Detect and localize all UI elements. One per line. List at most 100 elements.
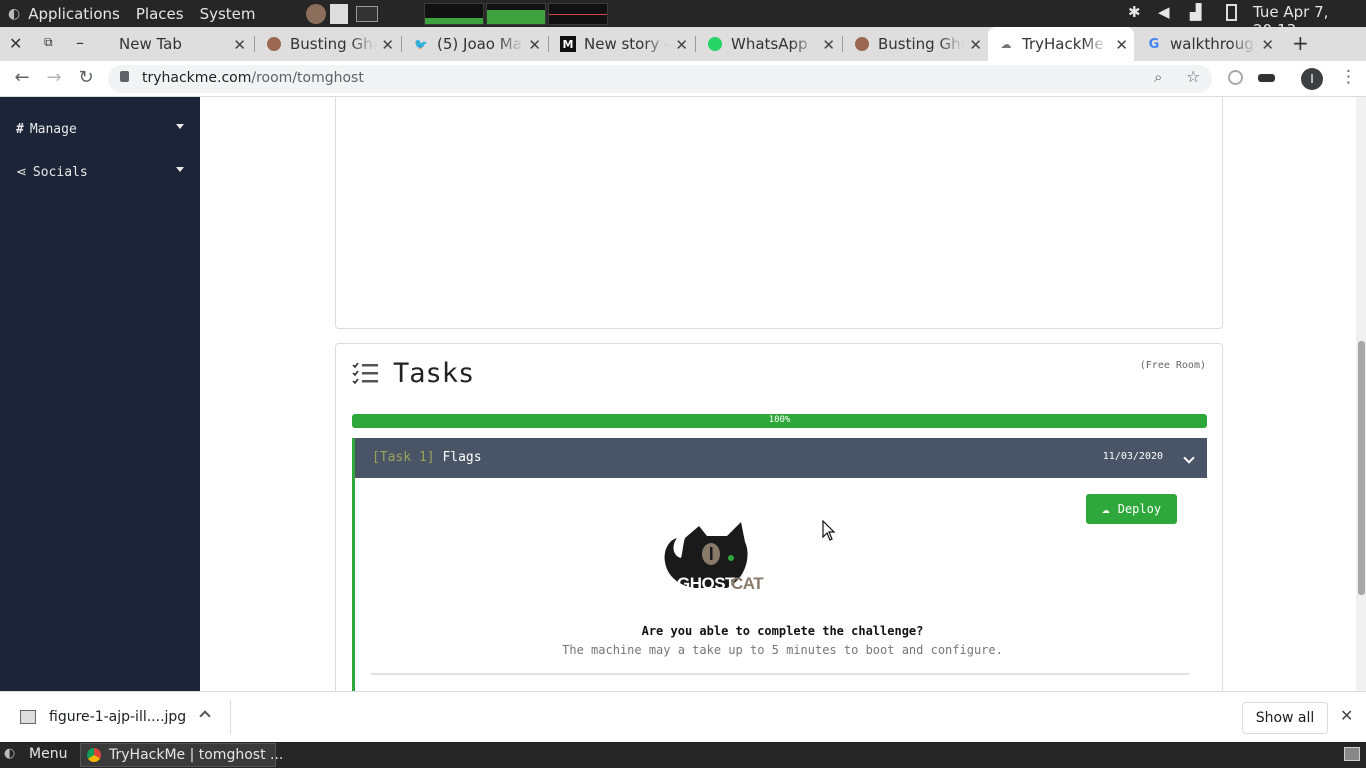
lock-icon[interactable] xyxy=(120,71,129,82)
url-domain: tryhackme.com xyxy=(142,70,252,86)
chevron-up-icon[interactable] xyxy=(199,710,211,722)
terminal-launcher-icon[interactable] xyxy=(355,5,378,22)
medium-icon: M xyxy=(560,36,576,52)
address-bar: ← → ↻ tryhackme.com/room/tomghost ⌕ ☆ I … xyxy=(0,61,1366,97)
tab-twitter[interactable]: 🐦 (5) Joao Mat ✕ xyxy=(403,27,547,61)
tab-title: Busting Gho xyxy=(878,35,964,53)
sidebar-item-socials[interactable]: ⋖ Socials xyxy=(16,160,188,184)
network-graph xyxy=(547,2,608,25)
close-tab-icon[interactable]: ✕ xyxy=(528,36,541,54)
chevron-down-icon[interactable] xyxy=(1183,452,1195,464)
forward-arrow-icon[interactable]: → xyxy=(42,67,66,88)
tab-title: WhatsApp xyxy=(731,35,808,53)
bookmark-star-icon[interactable]: ☆ xyxy=(1186,67,1200,86)
sidebar-item-manage[interactable]: # Manage xyxy=(16,117,188,141)
sidebar-item-label: Socials xyxy=(32,164,88,180)
task-title: [Task 1] Flags xyxy=(372,450,482,465)
tab-title: (5) Joao Mat xyxy=(437,35,523,53)
bottom-taskbar: ◐ Menu TryHackMe | tomghost ... xyxy=(0,742,1366,768)
chrome-icon xyxy=(87,748,101,762)
tab-whatsapp[interactable]: WhatsApp ✕ xyxy=(697,27,841,61)
burp-icon xyxy=(266,36,282,52)
volume-icon[interactable]: ◀ xyxy=(1158,3,1170,21)
scrollbar-thumb[interactable] xyxy=(1358,341,1365,595)
twitter-icon: 🐦 xyxy=(414,37,428,51)
deploy-label: Deploy xyxy=(1117,502,1162,516)
tab-busting-ghost-1[interactable]: Busting Gho ✕ xyxy=(256,27,400,61)
taskbar-window-title: TryHackMe | tomghost ... xyxy=(109,747,284,763)
network-signal-icon[interactable]: ▟ xyxy=(1190,3,1202,21)
close-shelf-icon[interactable]: ✕ xyxy=(1340,706,1353,725)
hash-icon: # xyxy=(16,121,24,137)
room-info-card xyxy=(335,97,1223,329)
reload-icon[interactable]: ↻ xyxy=(74,67,98,88)
back-arrow-icon[interactable]: ← xyxy=(10,67,34,88)
close-tab-icon[interactable]: ✕ xyxy=(969,36,982,54)
close-tab-icon[interactable]: ✕ xyxy=(233,36,246,54)
share-icon: ⋖ xyxy=(16,164,27,180)
url-path: /room/tomghost xyxy=(251,70,364,86)
close-tab-icon[interactable]: ✕ xyxy=(381,36,394,54)
tab-new-tab[interactable]: New Tab ✕ xyxy=(104,27,252,61)
tab-busting-ghost-2[interactable]: Busting Gho ✕ xyxy=(844,27,988,61)
tab-title: Busting Gho xyxy=(290,35,376,53)
mouse-cursor-icon xyxy=(822,519,836,545)
close-tab-icon[interactable]: ✕ xyxy=(1115,36,1128,54)
bluetooth-icon[interactable]: ✱ xyxy=(1128,3,1141,21)
tasks-card: Tasks (Free Room) 100% [Task 1] Flags 11… xyxy=(335,343,1223,691)
close-window-icon[interactable]: ✕ xyxy=(9,34,22,53)
caret-down-icon xyxy=(176,167,184,172)
omnibox[interactable]: tryhackme.com/room/tomghost ⌕ ☆ xyxy=(108,65,1212,93)
progress-bar: 100% xyxy=(352,414,1207,428)
tab-google-walkthrough[interactable]: G walkthrough ✕ xyxy=(1136,27,1280,61)
sidebar-item-label: Manage xyxy=(29,121,77,137)
close-tab-icon[interactable]: ✕ xyxy=(1261,36,1274,54)
logo-text-ghost: GHOST xyxy=(677,574,735,593)
tab-medium[interactable]: M New story – ✕ xyxy=(550,27,694,61)
show-desktop-icon[interactable] xyxy=(1344,747,1360,761)
new-tab-plus-icon[interactable]: + xyxy=(1292,31,1309,55)
task-header[interactable]: [Task 1] Flags 11/03/2020 xyxy=(352,438,1207,478)
tab-title: walkthrough xyxy=(1170,35,1256,53)
extension-icon[interactable] xyxy=(1228,70,1243,85)
start-menu-button[interactable]: Menu xyxy=(29,746,67,762)
browser-launcher-icon[interactable] xyxy=(305,3,326,24)
download-filename[interactable]: figure-1-ajp-ill....jpg xyxy=(49,709,186,725)
sidebar: # Manage ⋖ Socials xyxy=(0,97,200,691)
show-all-button[interactable]: Show all xyxy=(1242,702,1328,734)
minimize-window-icon[interactable]: – xyxy=(76,33,84,52)
shelf-divider xyxy=(230,700,231,734)
tab-separator xyxy=(548,36,549,52)
browser-menu-icon[interactable]: ⋮ xyxy=(1340,67,1357,87)
image-file-icon xyxy=(20,710,36,724)
distro-logo-icon[interactable]: ◐ xyxy=(8,6,20,22)
close-tab-icon[interactable]: ✕ xyxy=(675,36,688,54)
task-body: ☁ Deploy GHOST CAT Are you able to compl… xyxy=(352,478,1207,691)
menu-logo-icon[interactable]: ◐ xyxy=(4,746,15,761)
close-tab-icon[interactable]: ✕ xyxy=(822,36,835,54)
profile-avatar[interactable]: I xyxy=(1301,68,1323,90)
tab-title: New story – xyxy=(584,35,670,53)
restore-window-icon[interactable]: ⧉ xyxy=(44,35,53,50)
task-list-icon xyxy=(352,362,378,385)
zoom-icon[interactable]: ⌕ xyxy=(1154,68,1162,86)
ghostcat-logo: GHOST CAT xyxy=(655,516,767,602)
system-menu[interactable]: System xyxy=(200,5,256,23)
whatsapp-icon xyxy=(707,36,723,52)
incognito-extension-icon[interactable] xyxy=(1258,74,1275,82)
applications-menu[interactable]: Applications xyxy=(28,5,120,23)
task-name: Flags xyxy=(442,450,482,465)
tab-tryhackme[interactable]: ☁ TryHackMe ✕ xyxy=(988,27,1134,61)
taskbar-window-button[interactable]: TryHackMe | tomghost ... xyxy=(80,743,283,767)
places-menu[interactable]: Places xyxy=(136,5,184,23)
battery-icon[interactable] xyxy=(1226,4,1237,21)
burp-icon xyxy=(854,36,870,52)
cpu-graph xyxy=(423,2,484,25)
deploy-button[interactable]: ☁ Deploy xyxy=(1086,494,1177,524)
text-editor-launcher-icon[interactable] xyxy=(329,3,348,24)
divider xyxy=(371,673,1189,675)
system-panel: ◐ Applications Places System ✱ ◀ ▟ Tue A… xyxy=(0,0,1366,39)
memory-graph xyxy=(485,2,546,25)
url-text[interactable]: tryhackme.com/room/tomghost xyxy=(142,70,364,86)
cloud-icon: ☁ xyxy=(1101,501,1110,517)
